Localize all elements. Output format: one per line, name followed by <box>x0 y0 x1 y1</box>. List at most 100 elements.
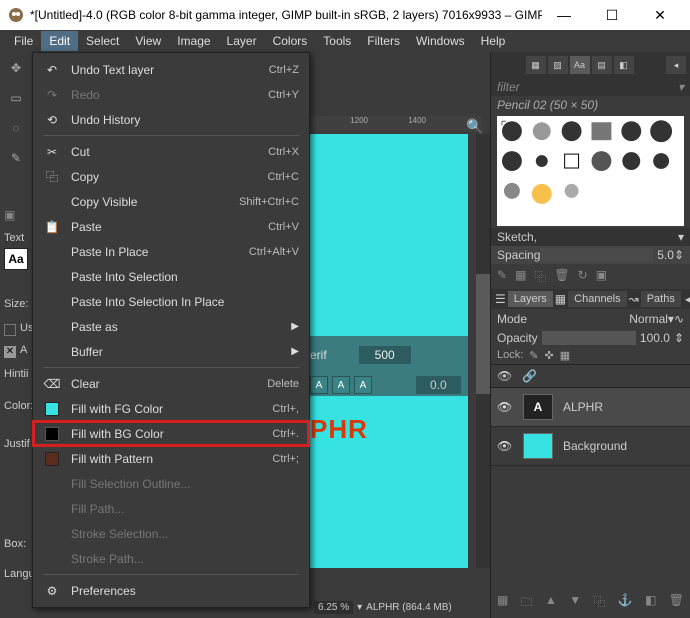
dock-menu-icon[interactable]: ◂ <box>666 56 686 74</box>
menu-view[interactable]: View <box>127 31 169 51</box>
history-tab[interactable]: ▤ <box>592 56 612 74</box>
cut-item[interactable]: ✂CutCtrl+X <box>33 139 309 164</box>
chevron-down-icon[interactable]: ▾ <box>678 80 684 94</box>
gradients-tab[interactable]: ◧ <box>614 56 634 74</box>
menu-select[interactable]: Select <box>78 31 127 51</box>
menu-windows[interactable]: Windows <box>408 31 473 51</box>
menu-colors[interactable]: Colors <box>265 31 316 51</box>
zoom-level[interactable]: 6.25 % <box>314 601 353 614</box>
canvas-text[interactable]: PHR <box>310 414 368 445</box>
visibility-toggle[interactable]: 👁 <box>497 400 513 414</box>
lower-layer-icon[interactable]: ▼ <box>569 593 581 614</box>
menu-help[interactable]: Help <box>473 31 514 51</box>
copy-item[interactable]: ⿻CopyCtrl+C <box>33 164 309 189</box>
font-size-field[interactable]: 500 <box>359 346 411 364</box>
buffer-item[interactable]: Buffer▶ <box>33 339 309 364</box>
font-name-suffix[interactable]: erif <box>310 348 327 362</box>
patterns-tab[interactable]: ▨ <box>548 56 568 74</box>
filter-input[interactable]: filter <box>497 80 520 94</box>
chevron-down-icon[interactable]: ▾ <box>357 602 362 613</box>
undo-history-item[interactable]: ⟲Undo History <box>33 107 309 132</box>
size-label: Size: <box>4 298 28 310</box>
paste-into-selection-item[interactable]: Paste Into Selection <box>33 264 309 289</box>
layer-name[interactable]: Background <box>563 439 627 453</box>
new-brush-icon[interactable]: ▦ <box>515 268 526 285</box>
use-editor-checkbox[interactable] <box>4 324 16 336</box>
stepper-icon[interactable]: ⇕ <box>674 331 684 345</box>
layer-group-icon[interactable]: 🗀 <box>521 593 533 614</box>
vertical-scrollbar[interactable] <box>476 134 490 568</box>
mode-switch-icon[interactable]: ∿ <box>674 312 684 326</box>
paste-into-selection-in-place-item[interactable]: Paste Into Selection In Place <box>33 289 309 314</box>
brush-grid[interactable] <box>497 116 684 226</box>
maximize-button[interactable]: ☐ <box>590 1 634 29</box>
layer-item-background[interactable]: 👁 Background <box>491 427 690 466</box>
selection-tool-icon[interactable]: ▭ <box>2 86 30 110</box>
open-brush-icon[interactable]: ▣ <box>596 268 607 285</box>
spacing-button[interactable]: A <box>354 376 372 394</box>
layers-tab[interactable]: Layers <box>508 291 553 307</box>
preferences-item[interactable]: ⚙Preferences <box>33 578 309 603</box>
lock-position-icon[interactable]: ✜ <box>545 349 554 362</box>
fill-selection-outline-item[interactable]: Fill Selection Outline... <box>33 471 309 496</box>
paste-in-place-item[interactable]: Paste In PlaceCtrl+Alt+V <box>33 239 309 264</box>
kerning-button[interactable]: A <box>332 376 350 394</box>
stepper-icon[interactable]: ⇕ <box>674 248 684 262</box>
redo-item[interactable]: ↷RedoCtrl+Y <box>33 82 309 107</box>
close-button[interactable]: ✕ <box>638 1 682 29</box>
duplicate-brush-icon[interactable]: ⿻ <box>534 268 546 285</box>
fill-pattern-item[interactable]: Fill with PatternCtrl+; <box>33 446 309 471</box>
raise-layer-icon[interactable]: ▲ <box>545 593 557 614</box>
paint-tool-icon[interactable]: ✎ <box>2 146 30 170</box>
mask-layer-icon[interactable]: ◧ <box>645 593 656 614</box>
minimize-button[interactable]: — <box>542 1 586 29</box>
undo-item[interactable]: ↶Undo Text layerCtrl+Z <box>33 57 309 82</box>
lock-alpha-icon[interactable]: ▦ <box>560 349 570 362</box>
menu-filters[interactable]: Filters <box>359 31 408 51</box>
fonts-tab[interactable]: Aa <box>570 56 590 74</box>
fill-path-item[interactable]: Fill Path... <box>33 496 309 521</box>
copy-visible-item[interactable]: Copy VisibleShift+Ctrl+C <box>33 189 309 214</box>
duplicate-layer-icon[interactable]: ⿻ <box>593 593 605 614</box>
menu-layer[interactable]: Layer <box>219 31 265 51</box>
new-layer-icon[interactable]: ▦ <box>497 593 508 614</box>
move-tool-icon[interactable]: ✥ <box>2 56 30 80</box>
text-tool-preview[interactable]: Aa <box>4 248 28 270</box>
paths-tab[interactable]: Paths <box>641 291 681 307</box>
channels-tab[interactable]: Channels <box>568 291 626 307</box>
fill-bg-item[interactable]: Fill with BG ColorCtrl+. <box>33 421 309 446</box>
lock-pixels-icon[interactable]: ✎ <box>529 349 538 362</box>
chevron-down-icon[interactable]: ▾ <box>678 230 684 244</box>
layer-item-text[interactable]: 👁 A ALPHR <box>491 388 690 427</box>
kerning-field[interactable]: 0.0 <box>416 376 461 394</box>
spacing-value[interactable]: 5.0 <box>657 248 674 262</box>
menu-file[interactable]: File <box>6 31 41 51</box>
paste-as-item[interactable]: Paste as▶ <box>33 314 309 339</box>
refresh-brush-icon[interactable]: ↻ <box>578 268 588 285</box>
opacity-value[interactable]: 100.0 <box>640 331 670 345</box>
fill-fg-item[interactable]: Fill with FG ColorCtrl+, <box>33 396 309 421</box>
merge-layer-icon[interactable]: ⚓ <box>618 593 633 614</box>
layer-name[interactable]: ALPHR <box>563 400 603 414</box>
menu-tools[interactable]: Tools <box>315 31 359 51</box>
stroke-path-item[interactable]: Stroke Path... <box>33 546 309 571</box>
mode-select[interactable]: Normal <box>629 312 668 326</box>
edit-brush-icon[interactable]: ✎ <box>497 268 507 285</box>
lasso-tool-icon[interactable]: ◌ <box>2 116 30 140</box>
menu-image[interactable]: Image <box>169 31 218 51</box>
dock-menu-icon[interactable]: ◂ <box>685 292 690 306</box>
brush-category[interactable]: Sketch, <box>497 230 537 244</box>
visibility-toggle[interactable]: 👁 <box>497 439 513 453</box>
baseline-button[interactable]: A <box>310 376 328 394</box>
clear-item[interactable]: ⌫ClearDelete <box>33 371 309 396</box>
navigate-icon[interactable]: 🔍 <box>466 118 483 135</box>
antialias-checkbox[interactable]: ✕ <box>4 346 16 358</box>
paste-item[interactable]: 📋PasteCtrl+V <box>33 214 309 239</box>
delete-layer-icon[interactable]: 🗑 <box>669 593 684 614</box>
menu-edit[interactable]: Edit <box>41 31 78 51</box>
brushes-tab[interactable]: ▦ <box>526 56 546 74</box>
stroke-selection-item[interactable]: Stroke Selection... <box>33 521 309 546</box>
tool-options-icon[interactable]: ▣ <box>4 208 30 228</box>
delete-brush-icon[interactable]: 🗑 <box>554 268 569 285</box>
opacity-slider[interactable] <box>542 331 636 345</box>
